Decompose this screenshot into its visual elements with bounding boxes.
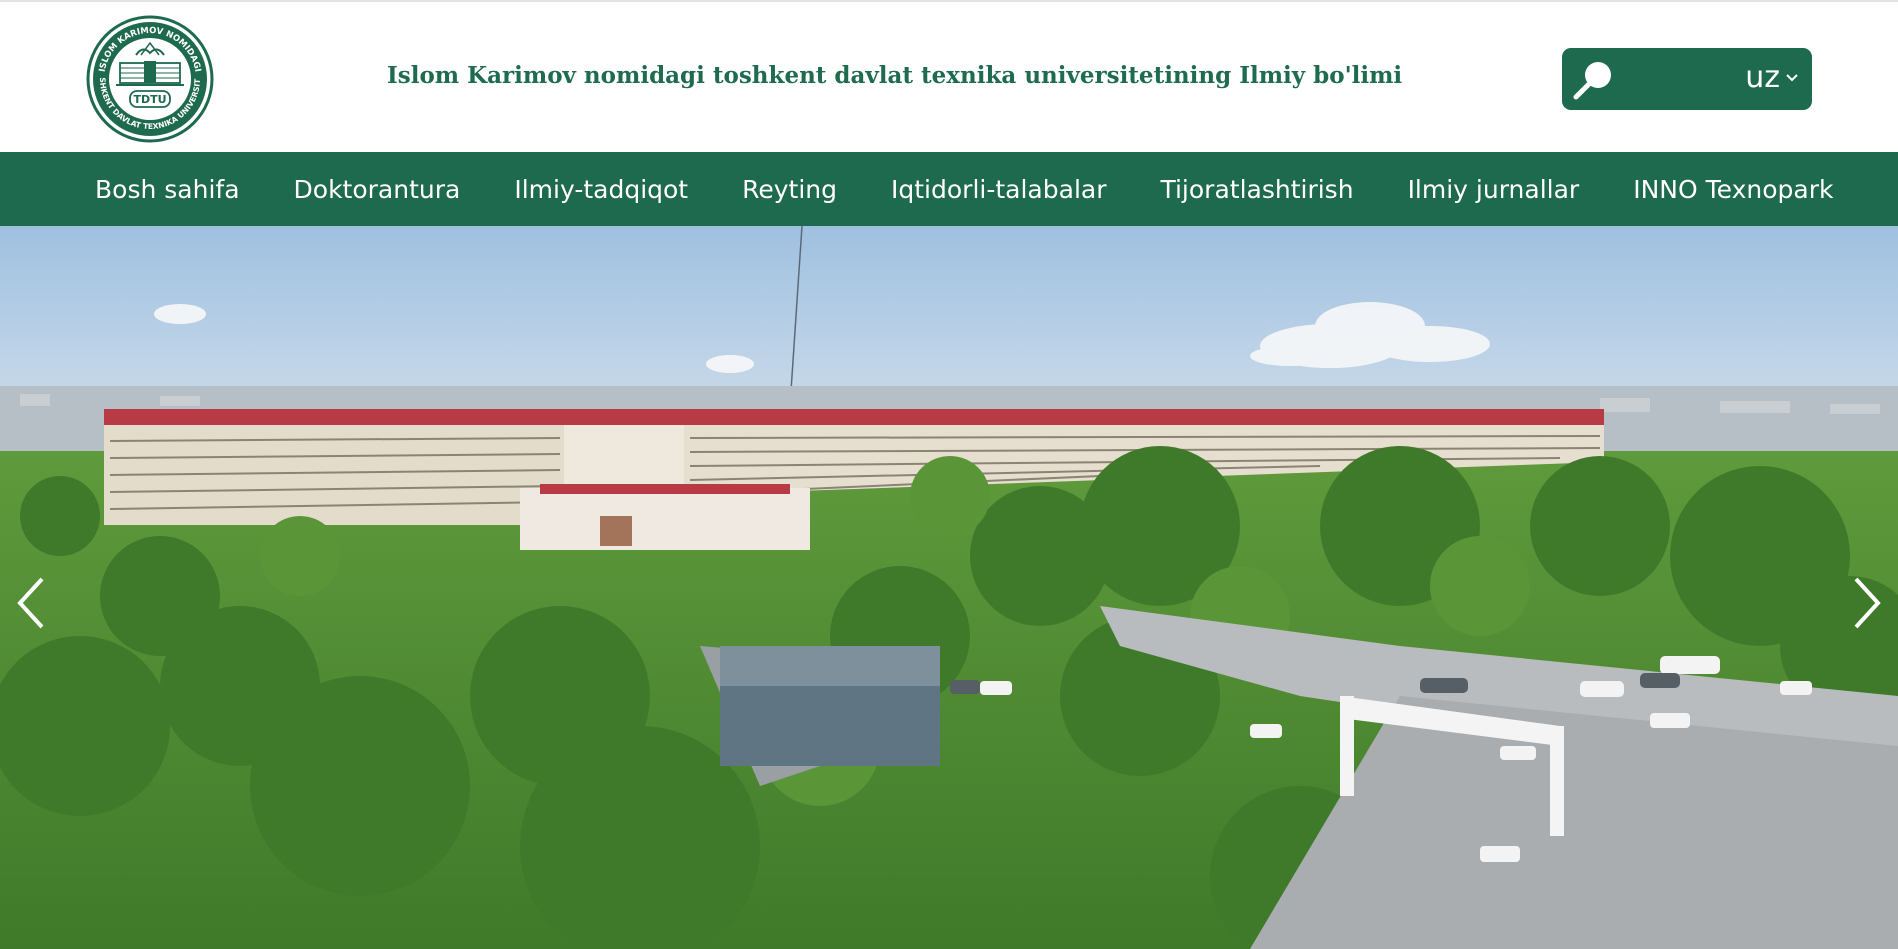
nav-item-iqtidorli-talabalar[interactable]: Iqtidorli-talabalar xyxy=(891,175,1106,204)
nav-item-tijoratlashtirish[interactable]: Tijoratlashtirish xyxy=(1160,175,1353,204)
nav-item-inno-texnopark[interactable]: INNO Texnopark xyxy=(1633,175,1833,204)
nav-item-reyting[interactable]: Reyting xyxy=(742,175,837,204)
university-logo[interactable]: ISLOM KARIMOV NOMIDAGI TOSHKENT DAVLAT T… xyxy=(83,8,214,143)
main-navigation: Bosh sahifa Doktorantura Ilmiy-tadqiqot … xyxy=(0,152,1898,226)
search-icon[interactable] xyxy=(1570,56,1618,104)
hero-slider xyxy=(0,226,1898,949)
nav-item-ilmiy-tadqiqot[interactable]: Ilmiy-tadqiqot xyxy=(514,175,688,204)
logo-abbreviation: TDTU xyxy=(133,93,166,106)
search-language-box: uz xyxy=(1562,48,1812,110)
chevron-down-icon xyxy=(1786,74,1798,82)
nav-item-doktorantura[interactable]: Doktorantura xyxy=(294,175,461,204)
language-label: uz xyxy=(1745,60,1780,95)
campus-aerial-photo xyxy=(0,226,1898,949)
nav-item-ilmiy-jurnallar[interactable]: Ilmiy jurnallar xyxy=(1408,175,1580,204)
nav-item-bosh-sahifa[interactable]: Bosh sahifa xyxy=(95,175,240,204)
page-title: Islom Karimov nomidagi toshkent davlat t… xyxy=(387,62,1403,89)
site-header: ISLOM KARIMOV NOMIDAGI TOSHKENT DAVLAT T… xyxy=(0,2,1898,152)
chevron-left-icon[interactable] xyxy=(10,571,50,635)
language-selector[interactable]: uz xyxy=(1745,62,1798,94)
chevron-right-icon[interactable] xyxy=(1848,571,1888,635)
